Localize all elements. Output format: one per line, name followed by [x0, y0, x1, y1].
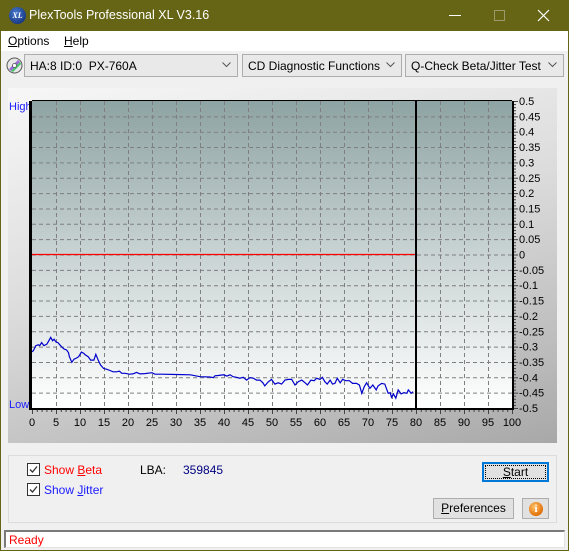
window-title: PlexTools Professional XL V3.16	[29, 8, 210, 22]
minimize-button[interactable]	[432, 0, 478, 31]
status-bar: Ready	[4, 530, 565, 548]
x-tick-label: 75	[386, 417, 398, 429]
y-tick-label: -0.4	[519, 372, 538, 384]
show-beta-label[interactable]: Show Beta	[44, 463, 102, 477]
checkmark-icon	[29, 466, 38, 473]
function-select-value: CD Diagnostic Functions	[248, 59, 381, 73]
maximize-button[interactable]	[477, 0, 523, 31]
x-tick-label: 30	[170, 417, 182, 429]
preferences-button[interactable]: Preferences	[433, 498, 514, 519]
info-icon: i	[529, 502, 543, 516]
y-tick-label: 0.05	[519, 234, 540, 246]
x-tick-label: 10	[74, 417, 86, 429]
y-tick-label: 0.3	[519, 157, 534, 169]
title-bar[interactable]: XL PlexTools Professional XL V3.16	[0, 0, 569, 31]
show-beta-prefix: Show	[44, 463, 78, 477]
x-tick-label: 80	[410, 417, 422, 429]
x-tick-label: 85	[434, 417, 446, 429]
y-tick-label: -0.2	[519, 311, 538, 323]
chevron-down-icon	[548, 62, 557, 68]
focus-rect	[485, 465, 546, 479]
menu-help[interactable]: Help	[64, 34, 89, 48]
preferences-label: references	[449, 501, 506, 515]
menu-help-key: H	[64, 34, 73, 48]
close-icon	[537, 9, 550, 22]
menu-bar: Options Help	[1, 31, 568, 51]
show-jitter-checkbox[interactable]	[27, 483, 40, 496]
y-tick-label: -0.1	[519, 280, 538, 292]
x-tick-label: 50	[266, 417, 278, 429]
close-button[interactable]	[522, 0, 568, 31]
y-tick-label: -0.15	[519, 296, 544, 308]
minimize-icon	[449, 15, 461, 16]
x-tick-label: 65	[338, 417, 350, 429]
show-jitter-label[interactable]: Show Jitter	[44, 483, 103, 497]
x-tick-label: 90	[458, 417, 470, 429]
cd-drive-icon[interactable]	[6, 57, 23, 74]
status-text: Ready	[9, 533, 44, 547]
show-beta-checkbox[interactable]	[27, 463, 40, 476]
y-tick-label: 0.4	[519, 127, 534, 139]
x-tick-label: 15	[98, 417, 110, 429]
x-tick-label: 5	[53, 417, 59, 429]
x-tick-label: 0	[29, 417, 35, 429]
chevron-down-icon	[386, 62, 395, 68]
x-tick-label: 35	[194, 417, 206, 429]
menu-options-key: O	[8, 34, 18, 48]
x-tick-label: 70	[362, 417, 374, 429]
chevron-down-icon	[222, 62, 231, 68]
menu-help-label: elp	[72, 34, 89, 48]
y-tick-label: -0.35	[519, 357, 544, 369]
show-jitter-rest: itter	[83, 483, 104, 497]
y-tick-label: 0.1	[519, 219, 534, 231]
x-tick-label: 60	[314, 417, 326, 429]
xl-logo-icon: XL	[9, 7, 26, 24]
menu-options-label: ptions	[17, 34, 50, 48]
info-button[interactable]: i	[522, 498, 549, 519]
chart-panel: High Low 0.5 0.45 0.4 0.35 0.3 0.25 0.2 0.15 0.1…	[8, 88, 557, 443]
x-tick-label: 40	[218, 417, 230, 429]
y-tick-label: -0.3	[519, 342, 538, 354]
y-tick-label: -0.5	[519, 403, 538, 415]
checkmark-icon	[29, 486, 38, 493]
test-select[interactable]: Q-Check Beta/Jitter Test	[405, 54, 564, 77]
y-tick-label: -0.05	[519, 265, 544, 277]
lba-value: 359845	[183, 463, 224, 477]
y-tick-label: 0.35	[519, 142, 540, 154]
beta-jitter-chart: 0.5 0.45 0.4 0.35 0.3 0.25 0.2 0.15 0.1 0.05 0 -0.0…	[29, 96, 544, 429]
menu-options[interactable]: Options	[8, 34, 49, 48]
test-select-value: Q-Check Beta/Jitter Test	[411, 59, 541, 73]
y-tick-label: 0.2	[519, 188, 534, 200]
x-tick-label: 45	[242, 417, 254, 429]
y-tick-label: 0.15	[519, 203, 540, 215]
start-button[interactable]: Start	[482, 462, 549, 482]
y-tick-label: 0.5	[519, 96, 534, 108]
function-select[interactable]: CD Diagnostic Functions	[242, 54, 402, 77]
x-tick-label: 95	[482, 417, 494, 429]
x-tick-label: 100	[503, 417, 521, 429]
x-tick-label: 20	[122, 417, 134, 429]
drive-select[interactable]: HA:8 ID:0 PX-760A	[24, 54, 238, 77]
maximize-icon	[494, 10, 505, 21]
y-tick-label: 0	[519, 250, 525, 262]
x-tick-label: 25	[146, 417, 158, 429]
show-jitter-prefix: Show	[44, 483, 78, 497]
drive-select-value: HA:8 ID:0 PX-760A	[30, 59, 137, 73]
y-tick-label: -0.45	[519, 388, 544, 400]
y-tick-label: 0.45	[519, 111, 540, 123]
preferences-key: P	[441, 501, 450, 515]
show-beta-rest: eta	[85, 463, 103, 477]
y-tick-label: -0.25	[519, 326, 544, 338]
lba-label: LBA:	[140, 463, 167, 477]
y-tick-label: 0.25	[519, 173, 540, 185]
x-tick-label: 55	[290, 417, 302, 429]
